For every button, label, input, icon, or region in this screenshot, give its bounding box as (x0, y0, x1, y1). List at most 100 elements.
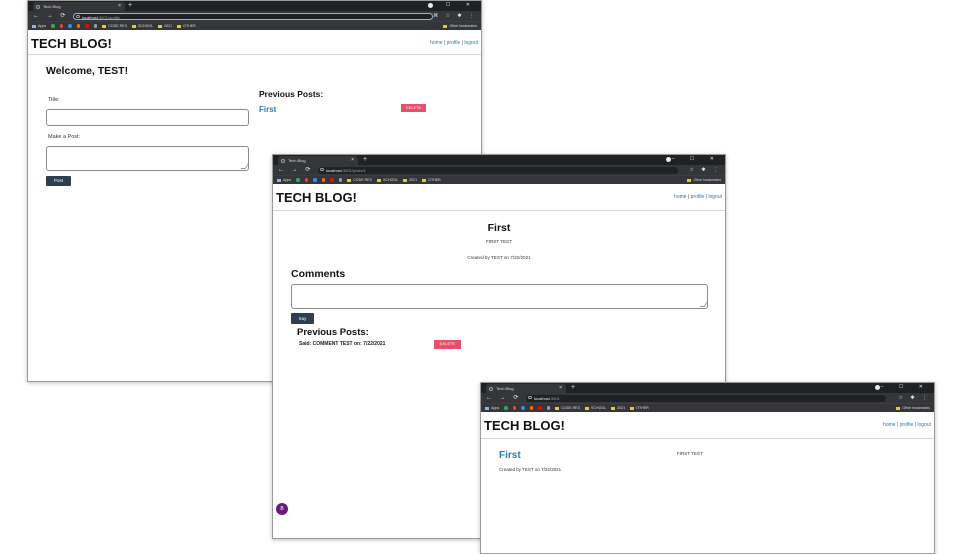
nav-home-link[interactable]: home (674, 194, 687, 200)
bookmark-icon[interactable] (51, 24, 55, 28)
close-tab-icon[interactable]: × (351, 156, 354, 165)
browser-chrome: Tech Blog × + – ☐ ✕ ← → ⟳ ⌂ localhost:30… (28, 1, 481, 30)
site-nav: home | profile | logout (674, 194, 722, 200)
avatar[interactable]: B (276, 503, 288, 515)
other-bookmarks[interactable]: Other bookmarks (687, 176, 721, 184)
tab-title: Tech Blog (288, 158, 306, 163)
previous-posts-heading: Previous Posts: (259, 89, 324, 99)
bookmarks-bar: Apps CODE RES SCHOOL 2021 OTHER Other bo… (273, 175, 725, 184)
tab-bar: Tech Blog × + – ☐ ✕ (28, 1, 481, 11)
tab-title: Tech Blog (496, 386, 514, 391)
url-path: :3001/posts/1 (341, 167, 366, 173)
post-link[interactable]: First (499, 450, 521, 461)
resize-grip-icon[interactable] (699, 302, 708, 307)
site-brand[interactable]: TECH BLOG! (31, 36, 112, 51)
delete-button[interactable]: DELETE (401, 104, 426, 112)
bookmark-icon[interactable] (68, 24, 72, 28)
url-path: :3001 (549, 395, 560, 401)
nav-logout-link[interactable]: logout (464, 40, 478, 46)
title-input[interactable] (46, 109, 249, 126)
bookmark-icon[interactable] (529, 406, 534, 410)
resize-grip-icon[interactable] (240, 164, 249, 169)
comment-textarea[interactable] (291, 284, 708, 309)
delete-comment-button[interactable]: DELETE (434, 340, 461, 349)
bookmark-icon[interactable] (546, 406, 551, 410)
address-bar[interactable]: localhost:3001 (526, 394, 886, 402)
bookmark-folder[interactable]: SCHOOL (131, 22, 153, 30)
nav-profile-link[interactable]: profile (900, 422, 914, 428)
bookmark-folder[interactable]: SCHOOL (376, 176, 398, 184)
extensions-icon[interactable]: ⌘ ☆ ✱ ⋮ (433, 11, 477, 21)
bookmark-folder[interactable]: CODE RES (555, 404, 580, 412)
account-icon[interactable] (666, 157, 671, 162)
other-bookmarks[interactable]: Other bookmarks (443, 22, 477, 30)
comments-heading: Comments (291, 268, 346, 280)
close-tab-icon[interactable]: × (559, 384, 562, 393)
post-label: Make a Post: (48, 134, 81, 140)
nav-logout-link[interactable]: logout (917, 422, 931, 428)
nav-profile-link[interactable]: profile (447, 40, 461, 46)
post-textarea[interactable] (46, 146, 249, 171)
bookmark-folder[interactable]: 2021 (158, 22, 172, 30)
bookmark-icon[interactable] (313, 178, 317, 182)
site-header: TECH BLOG! home | profile | logout (28, 30, 481, 55)
bookmark-folder[interactable]: OTHER (422, 176, 441, 184)
post-body: FIRST TEST (485, 239, 513, 244)
nav-logout-link[interactable]: logout (708, 194, 722, 200)
address-bar[interactable]: localhost:3001/posts/1 (318, 166, 678, 174)
apps-bookmark[interactable]: Apps (32, 22, 46, 30)
gmail-icon[interactable] (59, 24, 64, 28)
bookmark-folder[interactable]: OTHER (177, 22, 196, 30)
window-controls[interactable]: – ☐ ✕ (881, 383, 930, 392)
browser-tab[interactable]: Tech Blog × (33, 2, 125, 11)
address-bar[interactable]: localhost:3001/profile (73, 12, 433, 20)
say-button[interactable]: Say (291, 313, 314, 324)
nav-profile-link[interactable]: profile (691, 194, 705, 200)
extensions-icon[interactable]: ☆ ✱ ⋮ (899, 393, 930, 403)
nav-home-link[interactable]: home (883, 422, 896, 428)
window-controls[interactable]: – ☐ ✕ (672, 155, 721, 164)
info-icon (320, 167, 324, 172)
bookmark-folder[interactable]: 2021 (611, 404, 625, 412)
site-brand[interactable]: TECH BLOG! (484, 418, 565, 433)
close-tab-icon[interactable]: × (118, 2, 121, 11)
bookmark-icon[interactable] (338, 178, 343, 182)
post-link[interactable]: First (259, 105, 276, 114)
bookmark-icon[interactable] (93, 24, 98, 28)
account-icon[interactable] (875, 385, 880, 390)
youtube-icon[interactable] (538, 406, 542, 410)
post-button[interactable]: Post (46, 176, 71, 186)
site-nav: home | profile | logout (883, 422, 931, 428)
browser-chrome: Tech Blog × + – ☐ ✕ ← → ⟳ ⌂ localhost:30… (273, 155, 725, 184)
gmail-icon[interactable] (512, 406, 517, 410)
bookmark-folder[interactable]: 2021 (403, 176, 417, 184)
youtube-icon[interactable] (330, 178, 334, 182)
new-tab-button[interactable]: + (363, 155, 367, 165)
bookmark-icon[interactable] (521, 406, 525, 410)
globe-icon (281, 158, 285, 163)
browser-tab[interactable]: Tech Blog × (486, 384, 566, 393)
avatar-letter: B (280, 506, 284, 512)
extensions-icon[interactable]: ☆ ✱ ⋮ (690, 165, 721, 175)
bookmark-icon[interactable] (296, 178, 300, 182)
youtube-icon[interactable] (85, 24, 89, 28)
site-nav: home | profile | logout (430, 40, 478, 46)
bookmark-icon[interactable] (504, 406, 508, 410)
browser-tab[interactable]: Tech Blog × (278, 156, 358, 165)
bookmark-folder[interactable]: CODE RES (102, 22, 127, 30)
nav-home-link[interactable]: home (430, 40, 443, 46)
bookmark-icon[interactable] (321, 178, 326, 182)
other-bookmarks[interactable]: Other bookmarks (896, 404, 930, 412)
gmail-icon[interactable] (304, 178, 309, 182)
new-tab-button[interactable]: + (128, 1, 132, 11)
bookmark-icon[interactable] (76, 24, 81, 28)
bookmark-folder[interactable]: CODE RES (347, 176, 372, 184)
window-controls[interactable]: – ☐ ✕ (428, 1, 477, 10)
apps-bookmark[interactable]: Apps (485, 404, 499, 412)
address-toolbar: ← → ⟳ ⌂ localhost:3001/posts/1 ☆ ✱ ⋮ (273, 165, 725, 175)
new-tab-button[interactable]: + (571, 383, 575, 393)
bookmark-folder[interactable]: SCHOOL (584, 404, 606, 412)
apps-bookmark[interactable]: Apps (277, 176, 291, 184)
bookmark-folder[interactable]: OTHER (630, 404, 649, 412)
site-brand[interactable]: TECH BLOG! (276, 190, 357, 205)
